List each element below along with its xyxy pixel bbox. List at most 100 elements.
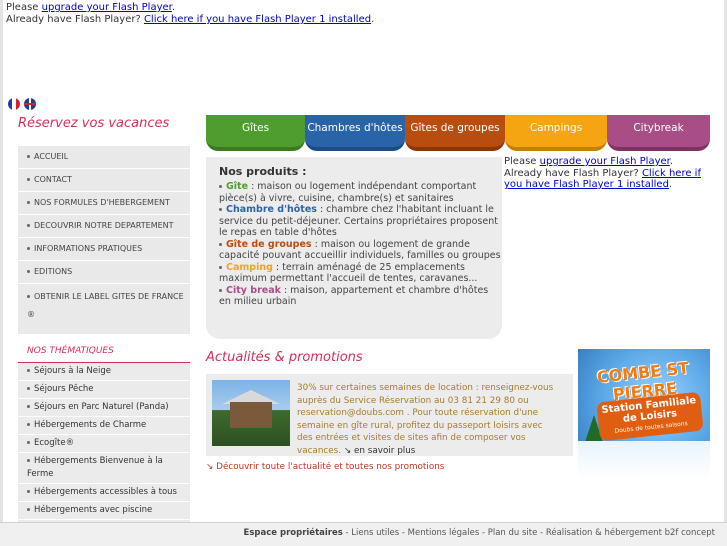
menu-item-accueil[interactable]: ACCUEIL [18, 146, 190, 169]
menu-item-departement[interactable]: DECOUVRIR NOTRE DEPARTEMENT [18, 215, 190, 238]
flash-text: Please [6, 2, 42, 13]
bullet-icon [27, 270, 30, 273]
menu-item-label: OBTENIR LE LABEL GITES DE FRANCE ® [27, 292, 184, 319]
thematiques-panel: NOS THÉMATIQUES Séjours à la Neige Séjou… [18, 340, 190, 525]
product-name: Camping [226, 261, 273, 273]
actualites-title: Actualités & promotions [206, 350, 363, 365]
chalet-photo[interactable] [212, 380, 290, 446]
produits-panel: Nos produits : Gîte : maison ou logement… [206, 157, 502, 339]
product-name: Chambre d'hôtes [226, 204, 317, 215]
actualites-box: 30% sur certaines semaines de location :… [206, 374, 573, 456]
footer: Espace propriétaires - Liens utiles - Me… [0, 522, 727, 546]
flash-notice-right: Please upgrade your Flash Player. Alread… [504, 156, 714, 191]
french-flag-icon[interactable] [8, 98, 20, 110]
bullet-icon [27, 490, 30, 493]
bullet-icon [27, 459, 30, 462]
actualites-text: 30% sur certaines semaines de location :… [297, 382, 559, 457]
menu-item-label: DECOUVRIR NOTRE DEPARTEMENT [34, 221, 174, 230]
flash-text: . [668, 179, 673, 190]
flash-text: . [669, 156, 674, 167]
upgrade-flash-link[interactable]: upgrade your Flash Player [42, 2, 172, 13]
bullet-icon [27, 247, 30, 250]
tab-campings[interactable]: Campings [505, 115, 607, 151]
snow-shape [578, 441, 710, 480]
thema-item-neige[interactable]: Séjours à la Neige [18, 363, 190, 381]
bullet-icon [219, 185, 222, 188]
footer-links: Espace propriétaires - Liens utiles - Me… [244, 528, 715, 538]
product-gite-groupes: Gîte de groupes : maison ou logement de … [219, 239, 501, 262]
thema-item-ecogite[interactable]: Ecogîte® [18, 435, 190, 453]
thema-item-label: Hébergements de Charme [34, 420, 147, 430]
product-city-break: City break : maison, appartement et cham… [219, 285, 501, 308]
bullet-icon [27, 405, 30, 408]
thema-item-label: Séjours à la Neige [34, 366, 111, 376]
reservez-title: Réservez vos vacances [18, 116, 170, 131]
thema-item-parc[interactable]: Séjours en Parc Naturel (Panda) [18, 399, 190, 417]
thema-item-peche[interactable]: Séjours Pêche [18, 381, 190, 399]
tab-gites-groupes[interactable]: Gîtes de groupes [405, 115, 505, 151]
menu-item-label: CONTACT [34, 175, 72, 184]
menu-item-label: ACCUEIL [34, 152, 69, 161]
produits-title: Nos produits : [219, 165, 307, 178]
bullet-icon [27, 441, 30, 444]
tab-gites[interactable]: Gîtes [206, 115, 305, 151]
bullet-icon [27, 508, 30, 511]
product-chambre-hotes: Chambre d'hôtes : chambre chez l'habitan… [219, 204, 501, 239]
bullet-icon [27, 295, 30, 298]
flash-text: Already have Flash Player? [6, 14, 144, 25]
en-savoir-plus-link[interactable]: ↘ en savoir plus [344, 446, 416, 456]
main-menu: ACCUEIL CONTACT NOS FORMULES D'HEBERGEME… [18, 146, 190, 335]
bullet-icon [219, 208, 222, 211]
decouvrir-link[interactable]: ↘ Découvrir toute l'actualité et toutes … [206, 462, 444, 472]
produits-list: Gîte : maison ou logement indépendant co… [219, 181, 501, 308]
flash-text: Please [504, 156, 540, 167]
bullet-icon [27, 155, 30, 158]
bullet-icon [27, 224, 30, 227]
thema-item-label: Hébergements accessibles à tous [34, 487, 177, 497]
thema-item-label: Hébergements Bienvenue à la Ferme [27, 456, 163, 479]
upgrade-flash-link[interactable]: upgrade your Flash Player [540, 156, 670, 167]
flash-notice-top: Please upgrade your Flash Player. Alread… [6, 2, 374, 26]
bullet-icon [27, 201, 30, 204]
bullet-icon [27, 387, 30, 390]
thema-item-label: Ecogîte® [34, 438, 75, 448]
espace-proprietaires-link[interactable]: Espace propriétaires [244, 528, 343, 538]
menu-item-label: EDITIONS [34, 267, 73, 276]
bullet-icon [219, 288, 222, 292]
footer-link-list[interactable]: - Liens utiles - Mentions légales - Plan… [343, 528, 715, 538]
flash-text: . [371, 14, 375, 25]
category-tabs: Gîtes Chambres d'hôtes Gîtes de groupes … [206, 115, 710, 151]
flash-text: Already have Flash Player? [504, 167, 642, 179]
menu-item-contact[interactable]: CONTACT [18, 169, 190, 192]
bullet-icon [27, 369, 30, 372]
flash-text: . [171, 2, 176, 13]
language-switcher [8, 98, 40, 110]
menu-item-formules[interactable]: NOS FORMULES D'HEBERGEMENT [18, 192, 190, 215]
thema-item-accessibles[interactable]: Hébergements accessibles à tous [18, 484, 190, 502]
more-label: en savoir plus [354, 445, 416, 456]
bullet-icon [27, 178, 30, 181]
tab-chambres-hotes[interactable]: Chambres d'hôtes [305, 115, 405, 151]
product-name: City break [226, 284, 281, 296]
house-shape [230, 402, 272, 428]
arrow-icon: ↘ [206, 462, 214, 472]
thema-item-ferme[interactable]: Hébergements Bienvenue à la Ferme [18, 453, 190, 484]
left-border [0, 0, 3, 545]
tab-citybreak[interactable]: Citybreak [607, 115, 710, 151]
thema-item-charme[interactable]: Hébergements de Charme [18, 417, 190, 435]
thema-item-label: Séjours Pêche [34, 384, 94, 394]
flash-installed-link[interactable]: Click here if you have Flash Player 1 in… [144, 14, 371, 25]
menu-item-informations[interactable]: INFORMATIONS PRATIQUES [18, 238, 190, 261]
thema-item-label: Hébergements avec piscine [34, 505, 153, 515]
product-name: Gîte [226, 181, 249, 192]
menu-item-label: NOS FORMULES D'HEBERGEMENT [34, 198, 170, 207]
english-flag-icon[interactable] [24, 98, 36, 110]
bullet-icon [219, 242, 222, 246]
combe-st-pierre-ad[interactable]: COMBE ST PIERRE Station Familiale de Loi… [578, 349, 710, 480]
thematiques-title: NOS THÉMATIQUES [18, 340, 190, 363]
menu-item-label: INFORMATIONS PRATIQUES [34, 244, 143, 253]
menu-item-editions[interactable]: EDITIONS [18, 261, 190, 284]
menu-item-label-gites[interactable]: OBTENIR LE LABEL GITES DE FRANCE ® [18, 284, 190, 335]
arrow-icon: ↘ [343, 445, 352, 456]
thema-item-piscine[interactable]: Hébergements avec piscine [18, 502, 190, 520]
